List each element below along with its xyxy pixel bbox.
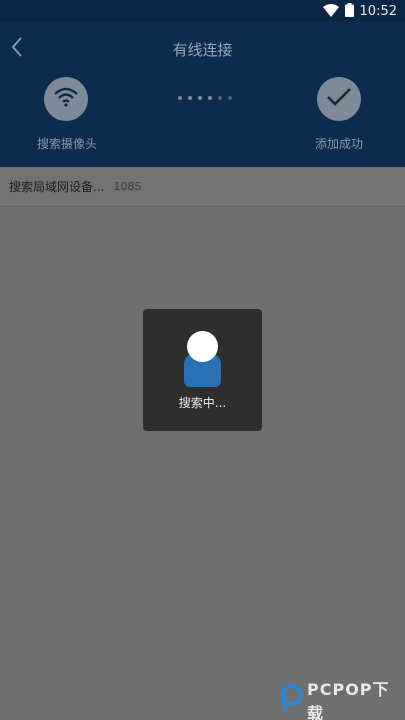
progress-dot [198, 96, 202, 100]
search-countdown: 108S [113, 180, 142, 193]
check-icon [326, 87, 352, 111]
step-add-success [317, 77, 361, 121]
status-time: 10:52 [359, 3, 397, 19]
step-search-camera [44, 77, 88, 121]
battery-icon [344, 2, 354, 21]
search-status-text: 搜索局域网设备... [9, 180, 105, 194]
wifi-icon [322, 2, 339, 21]
wifi-icon [53, 87, 79, 111]
search-status-row: 搜索局域网设备... 108S [0, 167, 405, 207]
status-bar: 10:52 [0, 0, 405, 22]
page-title: 有线连接 [172, 41, 233, 59]
loading-dialog: 搜索中... [143, 309, 262, 431]
watermark-text: PCPOP下载 [307, 680, 390, 720]
progress-dot [188, 96, 192, 100]
header: 有线连接 搜索摄像头 添加成功 [0, 22, 405, 167]
pcpop-logo-icon [281, 684, 303, 716]
progress-dot [218, 96, 222, 100]
step-label-search: 搜索摄像头 [37, 137, 98, 151]
loading-text: 搜索中... [178, 396, 227, 410]
loading-icon-head [187, 331, 218, 362]
progress-dots [178, 96, 232, 100]
progress-dot [178, 96, 182, 100]
progress-dot [208, 96, 212, 100]
watermark: PCPOP下载 [281, 680, 405, 720]
progress-dot [228, 96, 232, 100]
step-label-success: 添加成功 [315, 137, 364, 151]
